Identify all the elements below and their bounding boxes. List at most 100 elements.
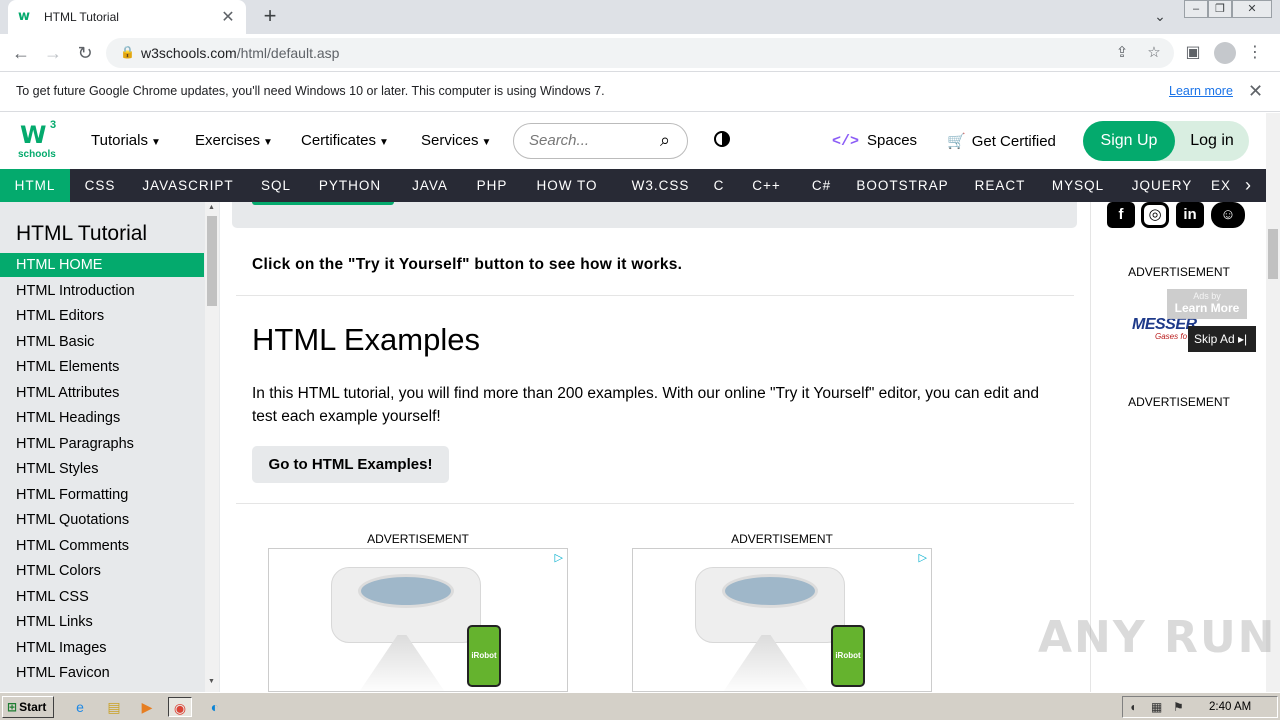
sidebar-item-html-favicon[interactable]: HTML Favicon: [0, 661, 204, 685]
go-to-examples-button[interactable]: Go to HTML Examples!: [252, 446, 449, 483]
edge-icon[interactable]: ◐: [203, 697, 227, 717]
new-tab-icon[interactable]: +: [258, 5, 282, 29]
topnav-item-java[interactable]: JAVA: [394, 169, 466, 202]
start-button[interactable]: ⊞ Start: [2, 696, 54, 718]
sidebar-item-html-home[interactable]: HTML HOME: [0, 253, 204, 277]
get-certified-link[interactable]: 🛒 Get Certified: [947, 132, 1056, 150]
code-icon: </>: [832, 133, 860, 150]
sidebar-item-html-attributes[interactable]: HTML Attributes: [0, 381, 204, 405]
log-in-button[interactable]: Log in: [1175, 121, 1249, 161]
tab-search-chevron-icon[interactable]: ⌄: [1150, 8, 1170, 25]
logo-subtitle: schools: [18, 149, 56, 160]
sidebar-item-html-styles[interactable]: HTML Styles: [0, 457, 204, 481]
topnav-item-html[interactable]: HTML: [0, 169, 70, 202]
tab-close-icon[interactable]: ✕: [220, 7, 236, 27]
sidebar-item-html-introduction[interactable]: HTML Introduction: [0, 279, 204, 303]
learn-more-link[interactable]: Learn more: [1169, 84, 1233, 98]
topnav-item-jquery[interactable]: JQUERY: [1118, 169, 1206, 202]
share-icon[interactable]: ⇪: [1112, 43, 1132, 61]
page-scrollbar[interactable]: [1266, 113, 1280, 692]
window-close-icon[interactable]: ✕: [1232, 0, 1272, 18]
ads-by-overlay[interactable]: Ads by Learn More: [1167, 289, 1247, 319]
infobar-close-icon[interactable]: ✕: [1248, 81, 1263, 102]
topnav-item-python[interactable]: PYTHON: [306, 169, 394, 202]
topnav-item-how-to[interactable]: HOW TO: [518, 169, 616, 202]
clock: 2:40 AM: [1209, 701, 1252, 713]
topnav-item-c[interactable]: C: [705, 169, 733, 202]
sidebar-scroll-thumb[interactable]: [207, 216, 217, 306]
infobar-message: To get future Google Chrome updates, you…: [16, 84, 605, 98]
reload-icon[interactable]: ↻: [72, 40, 98, 66]
linkedin-icon[interactable]: in: [1176, 202, 1204, 228]
sidebar-item-html-css[interactable]: HTML CSS: [0, 585, 204, 609]
skip-ad-button[interactable]: Skip Ad ▸|: [1188, 326, 1256, 352]
menu-exercises[interactable]: Exercises ▼: [195, 132, 273, 149]
forward-arrow-icon[interactable]: →: [40, 40, 66, 66]
side-panel-icon[interactable]: ▣: [1182, 42, 1204, 64]
sidebar-item-html-images[interactable]: HTML Images: [0, 636, 204, 660]
ad-banner[interactable]: ▷ iRobot: [632, 548, 932, 692]
sidebar-item-html-quotations[interactable]: HTML Quotations: [0, 508, 204, 532]
logo-superscript: 3: [50, 119, 57, 131]
topnav-item-css[interactable]: CSS: [70, 169, 130, 202]
address-bar[interactable]: 🔒 w3schools.com/html/default.asp ⇪ ☆: [106, 38, 1174, 68]
lock-icon[interactable]: 🔒: [120, 45, 135, 59]
sidebar-item-html-elements[interactable]: HTML Elements: [0, 355, 204, 379]
topnav-item-w3-css[interactable]: W3.CSS: [616, 169, 705, 202]
action-center-flag-icon[interactable]: ⚑: [1173, 700, 1184, 714]
chrome-icon[interactable]: ◉: [168, 697, 192, 717]
sidebar-item-html-formatting[interactable]: HTML Formatting: [0, 483, 204, 507]
search-icon[interactable]: ⌕: [660, 130, 670, 151]
sidebar-item-html-editors[interactable]: HTML Editors: [0, 304, 204, 328]
discord-icon[interactable]: ☺: [1211, 202, 1245, 228]
dark-mode-toggle-icon[interactable]: [714, 131, 730, 147]
menu-certificates[interactable]: Certificates ▼: [301, 132, 389, 149]
spray-image: [357, 635, 447, 691]
bookmark-star-icon[interactable]: ☆: [1144, 43, 1164, 61]
ad-banner[interactable]: ▷ iRobot: [268, 548, 568, 692]
sidebar-item-html-basic[interactable]: HTML Basic: [0, 330, 204, 354]
tab-title: HTML Tutorial: [44, 10, 119, 24]
page-scroll-thumb[interactable]: [1268, 229, 1278, 279]
menu-tutorials[interactable]: Tutorials ▼: [91, 132, 161, 149]
sidebar-item-html-comments[interactable]: HTML Comments: [0, 534, 204, 558]
topnav-item-mysql[interactable]: MYSQL: [1038, 169, 1118, 202]
adchoices-icon[interactable]: ▷: [555, 551, 563, 564]
topnav-item-bootstrap[interactable]: BOOTSTRAP: [843, 169, 962, 202]
nav-next-chevron-icon[interactable]: ›: [1236, 169, 1260, 202]
topnav-item-php[interactable]: PHP: [466, 169, 518, 202]
search-input[interactable]: [529, 132, 659, 149]
w3schools-logo[interactable]: W 3 schools: [18, 119, 62, 161]
spaces-link[interactable]: </> Spaces: [832, 132, 917, 150]
restore-icon[interactable]: ❐: [1208, 0, 1232, 18]
sidebar-item-html-links[interactable]: HTML Links: [0, 610, 204, 634]
profile-avatar[interactable]: [1214, 42, 1236, 64]
media-player-icon[interactable]: ▶: [135, 697, 159, 717]
browser-tab[interactable]: w HTML Tutorial ✕: [8, 0, 246, 34]
sign-up-button[interactable]: Sign Up: [1083, 121, 1175, 161]
volume-icon[interactable]: ◖: [1129, 700, 1136, 714]
facebook-icon[interactable]: f: [1107, 202, 1135, 228]
menu-services[interactable]: Services ▼: [421, 132, 491, 149]
topnav-item-c-[interactable]: C#: [800, 169, 843, 202]
internet-explorer-icon[interactable]: e: [68, 697, 92, 717]
topnav-item-react[interactable]: REACT: [962, 169, 1038, 202]
topnav-item-ex[interactable]: EX: [1206, 169, 1236, 202]
chrome-menu-icon[interactable]: ⋮: [1244, 42, 1266, 64]
topnav-item-sql[interactable]: SQL: [246, 169, 306, 202]
file-explorer-icon[interactable]: ▤: [102, 697, 126, 717]
instagram-icon[interactable]: ◎: [1141, 202, 1169, 228]
adchoices-icon[interactable]: ▷: [919, 551, 927, 564]
topnav-item-javascript[interactable]: JAVASCRIPT: [130, 169, 246, 202]
sidebar-scrollbar[interactable]: ▲ ▼: [205, 202, 219, 692]
back-arrow-icon[interactable]: ←: [8, 40, 34, 66]
sidebar-item-html-headings[interactable]: HTML Headings: [0, 406, 204, 430]
caret-down-icon: ▼: [481, 137, 492, 148]
sidebar-item-html-paragraphs[interactable]: HTML Paragraphs: [0, 432, 204, 456]
sidebar-item-html-colors[interactable]: HTML Colors: [0, 559, 204, 583]
try-it-button-edge[interactable]: [252, 202, 394, 205]
section-heading: HTML Examples: [252, 322, 480, 357]
network-icon[interactable]: ▦: [1151, 700, 1162, 714]
topnav-item-c-[interactable]: C++: [733, 169, 800, 202]
minimize-icon[interactable]: –: [1184, 0, 1208, 18]
